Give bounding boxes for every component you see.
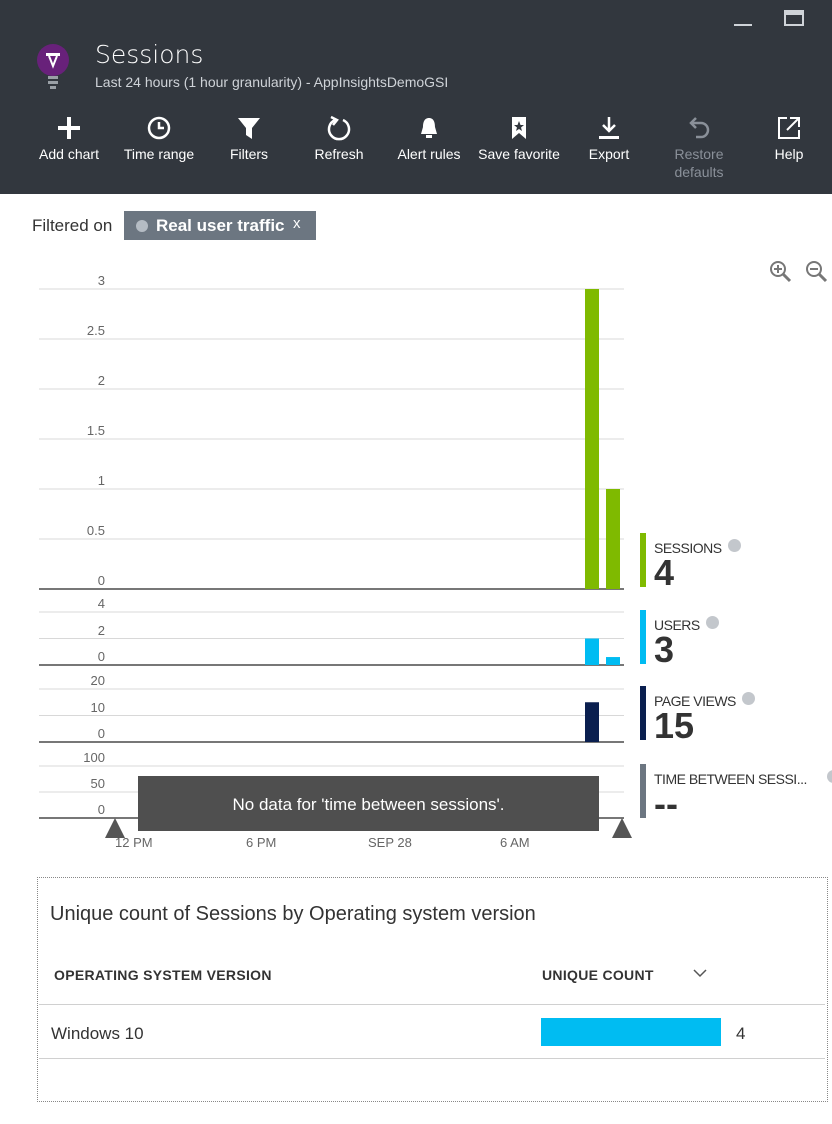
minimize-icon[interactable] <box>734 24 752 26</box>
y-tick-label: 2.5 <box>86 323 105 338</box>
time-range-label: Time range <box>123 146 195 162</box>
unique-count-bar <box>541 1018 721 1046</box>
undo-icon <box>689 117 710 139</box>
add-chart-label: Add chart <box>39 146 99 162</box>
grid-title: Unique count of Sessions by Operating sy… <box>50 903 536 925</box>
x-tick-label: 6 AM <box>500 835 530 850</box>
metric-users-value: 3 <box>654 629 675 670</box>
y-tick-label: 0 <box>97 573 105 588</box>
plus-icon <box>58 117 80 139</box>
y-tick-label: 50 <box>90 776 105 791</box>
filter-label: Filtered on <box>32 216 113 235</box>
blade-header: Sessions Last 24 hours (1 hour granulari… <box>0 0 832 194</box>
chevron-down-icon[interactable] <box>693 968 707 978</box>
y-tick-label: 0.5 <box>86 523 105 538</box>
y-tick-label: 20 <box>90 673 105 688</box>
bar-sessions <box>585 289 599 589</box>
save-favorite-button[interactable]: Save favorite <box>469 115 569 163</box>
info-icon <box>826 770 832 783</box>
save-favorite-label: Save favorite <box>478 146 560 162</box>
metric-page-views-value: 15 <box>654 705 695 746</box>
sessions-color-bar <box>640 533 646 587</box>
export-button[interactable]: Export <box>559 115 659 163</box>
column-header-unique-count[interactable]: UNIQUE COUNT <box>542 967 654 983</box>
blade-title: Sessions <box>95 40 204 69</box>
blade-subtitle: Last 24 hours (1 hour granularity) - App… <box>95 74 449 90</box>
lightbulb-icon <box>37 44 69 89</box>
page-views-color-bar <box>640 686 646 740</box>
time-range-button[interactable]: Time range <box>109 115 209 163</box>
metric-sessions-value: 4 <box>654 552 675 593</box>
x-tick-label: 6 PM <box>246 835 277 850</box>
table-row-count: 4 <box>736 1024 746 1043</box>
bar-sessions <box>606 489 620 589</box>
bar-users <box>585 638 599 665</box>
time-between-color-bar <box>640 764 646 818</box>
metric-time-between-sessions[interactable]: TIME BETWEEN SESSI... -- <box>640 764 832 822</box>
y-tick-label: 100 <box>83 750 105 765</box>
info-icon <box>727 539 741 552</box>
no-data-message: No data for 'time between sessions'. <box>138 776 599 831</box>
zoom-out-icon[interactable] <box>804 259 828 283</box>
refresh-button[interactable]: Refresh <box>289 115 389 163</box>
filter-chip-label: Real user traffic <box>156 216 285 235</box>
info-icon <box>741 692 755 705</box>
external-link-icon <box>778 117 800 139</box>
bar-page-views <box>585 702 599 742</box>
restore-defaults-label: Restore defaults <box>674 146 724 180</box>
export-label: Export <box>588 146 630 162</box>
row-divider <box>39 1058 825 1059</box>
clock-icon <box>147 116 171 140</box>
sessions-chart <box>39 288 632 838</box>
bar-users <box>606 657 620 665</box>
refresh-icon <box>327 115 351 141</box>
info-icon <box>705 616 719 629</box>
help-label: Help <box>774 146 804 162</box>
metric-sessions[interactable]: SESSIONS 4 <box>640 533 830 591</box>
download-icon <box>599 117 619 139</box>
bookmark-star-icon <box>512 117 526 139</box>
info-icon <box>136 220 148 232</box>
restore-defaults-button[interactable]: Restore defaults <box>649 115 749 181</box>
x-tick-label: 12 PM <box>115 835 153 850</box>
add-chart-button[interactable]: Add chart <box>19 115 119 163</box>
bell-icon <box>421 118 437 138</box>
y-tick-label: 0 <box>97 802 105 817</box>
alert-rules-label: Alert rules <box>397 146 461 162</box>
y-tick-label: 0 <box>97 649 105 664</box>
zoom-in-icon[interactable] <box>768 259 792 283</box>
filter-chip[interactable]: Real user traffic x <box>124 211 316 240</box>
x-tick-label: SEP 28 <box>368 835 412 850</box>
filters-button[interactable]: Filters <box>199 115 299 163</box>
y-tick-label: 3 <box>97 273 105 288</box>
y-tick-label: 0 <box>97 726 105 741</box>
y-tick-label: 10 <box>90 699 105 715</box>
metric-time-between-value: -- <box>654 783 678 824</box>
y-tick-label: 2 <box>97 373 105 388</box>
y-tick-label: 2 <box>97 622 105 638</box>
header-divider <box>39 1004 825 1005</box>
remove-filter-button[interactable]: x <box>293 215 301 232</box>
y-tick-label: 1 <box>97 473 105 488</box>
range-end-handle <box>612 818 632 838</box>
funnel-icon <box>238 118 260 139</box>
alert-rules-button[interactable]: Alert rules <box>379 115 479 163</box>
y-tick-label: 4 <box>97 596 105 611</box>
table-row-os-name: Windows 10 <box>51 1024 144 1043</box>
refresh-label: Refresh <box>314 146 364 162</box>
users-color-bar <box>640 610 646 664</box>
maximize-icon[interactable] <box>784 10 804 26</box>
help-button[interactable]: Help <box>739 115 832 163</box>
metric-users[interactable]: USERS 3 <box>640 610 830 668</box>
filters-label: Filters <box>229 146 269 162</box>
y-tick-label: 1.5 <box>86 423 105 438</box>
metric-page-views[interactable]: PAGE VIEWS 15 <box>640 686 830 744</box>
column-header-os-version[interactable]: OPERATING SYSTEM VERSION <box>54 967 272 983</box>
